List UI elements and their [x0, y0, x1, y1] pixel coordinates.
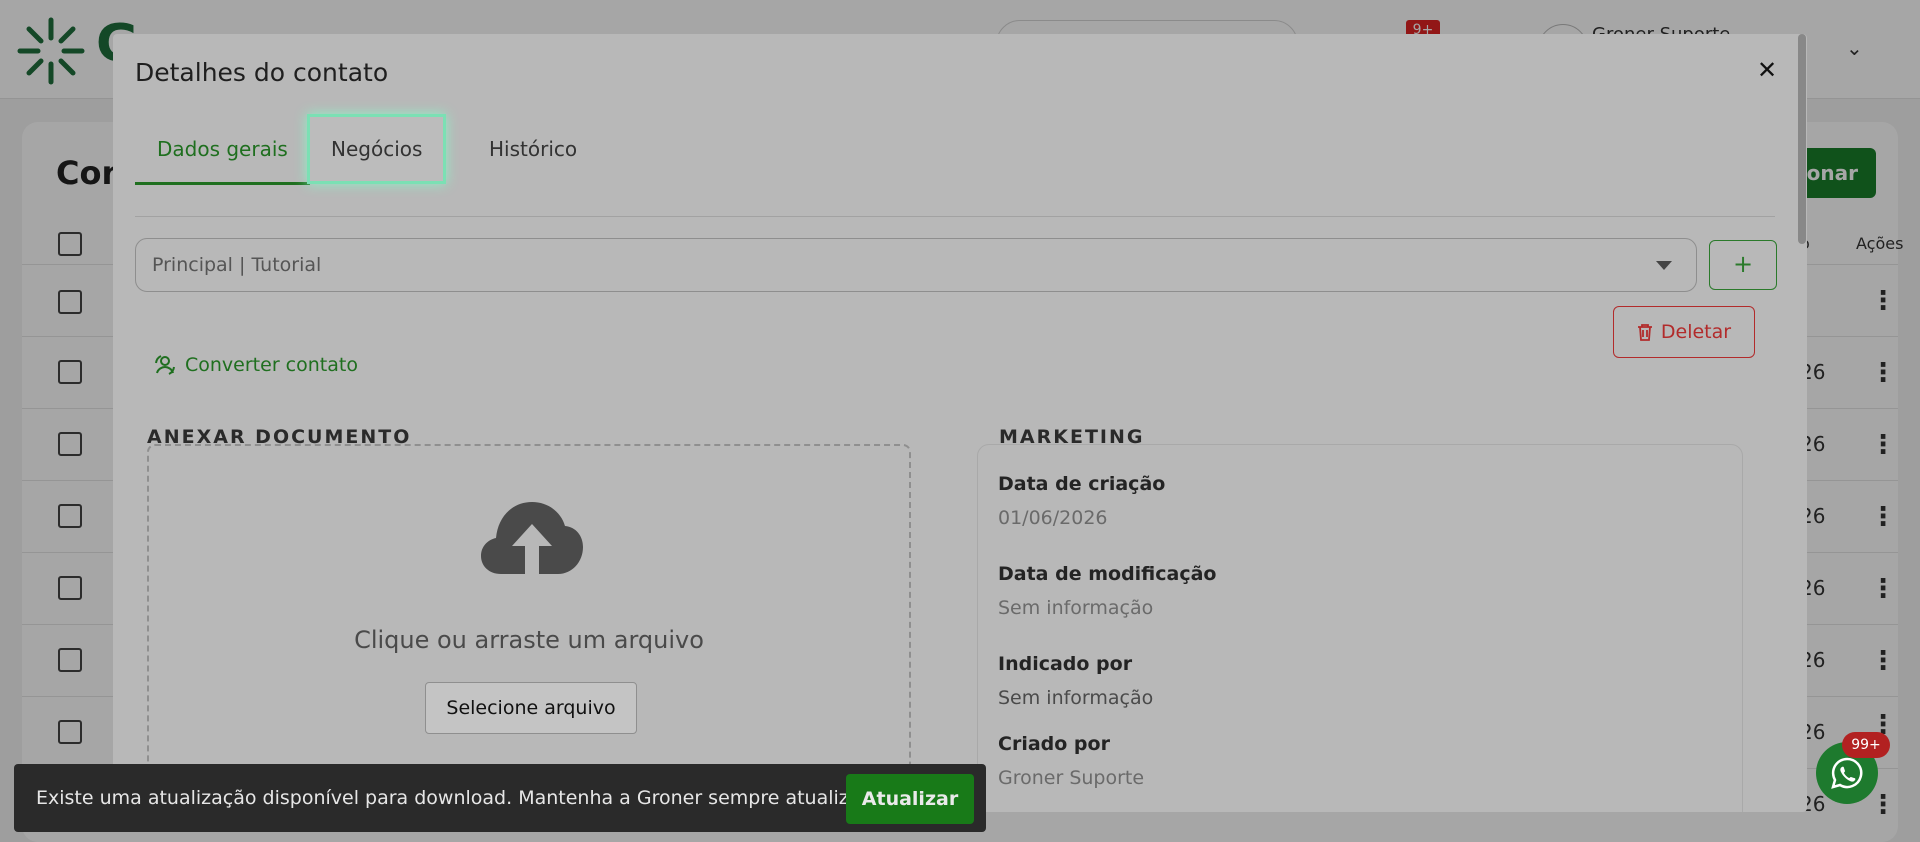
tab-historico[interactable]: Histórico [467, 116, 599, 182]
caret-down-icon [1656, 261, 1672, 270]
marketing-card: Data de criação 01/06/2026 Data de modif… [977, 444, 1743, 812]
dropzone-text: Clique ou arraste um arquivo [354, 626, 704, 654]
whatsapp-badge: 99+ [1842, 732, 1890, 758]
pipeline-select-value: Principal | Tutorial [152, 254, 322, 276]
field-label: Data de modificação [998, 563, 1217, 585]
field-value: Sem informação [998, 687, 1154, 709]
field-value: Sem informação [998, 597, 1154, 619]
tab-dados-gerais[interactable]: Dados gerais [135, 116, 310, 185]
update-toast: Existe uma atualização disponível para d… [14, 764, 986, 832]
tab-negocios[interactable]: Negócios [306, 114, 447, 184]
pipeline-select[interactable]: Principal | Tutorial [135, 238, 1697, 292]
cloud-upload-icon [481, 502, 583, 574]
close-icon[interactable]: ✕ [1749, 52, 1785, 88]
field-label: Indicado por [998, 653, 1133, 675]
modal-title: Detalhes do contato [135, 58, 389, 87]
select-file-button[interactable]: Selecione arquivo [425, 682, 637, 734]
delete-button[interactable]: Deletar [1613, 306, 1755, 358]
trash-icon [1637, 324, 1652, 341]
convert-user-icon [155, 355, 175, 375]
modal-scrollbar[interactable] [1798, 34, 1806, 244]
add-pipeline-button[interactable]: + [1709, 240, 1777, 290]
whatsapp-icon [1831, 757, 1863, 789]
update-button[interactable]: Atualizar [846, 774, 974, 824]
convert-contact-label: Converter contato [185, 354, 358, 376]
file-dropzone[interactable]: Clique ou arraste um arquivo Selecione a… [147, 444, 911, 812]
toast-message: Existe uma atualização disponível para d… [36, 787, 892, 809]
field-label: Data de criação [998, 473, 1166, 495]
contact-details-modal: Detalhes do contato ✕ Dados gerais Negóc… [113, 34, 1807, 812]
field-value: 01/06/2026 [998, 507, 1108, 529]
field-value: Groner Suporte [998, 767, 1145, 789]
field-label: Criado por [998, 733, 1110, 755]
convert-contact-button[interactable]: Converter contato [153, 350, 358, 380]
modal-tabs: Dados gerais Negócios Histórico [135, 114, 1775, 217]
delete-label: Deletar [1660, 321, 1732, 343]
